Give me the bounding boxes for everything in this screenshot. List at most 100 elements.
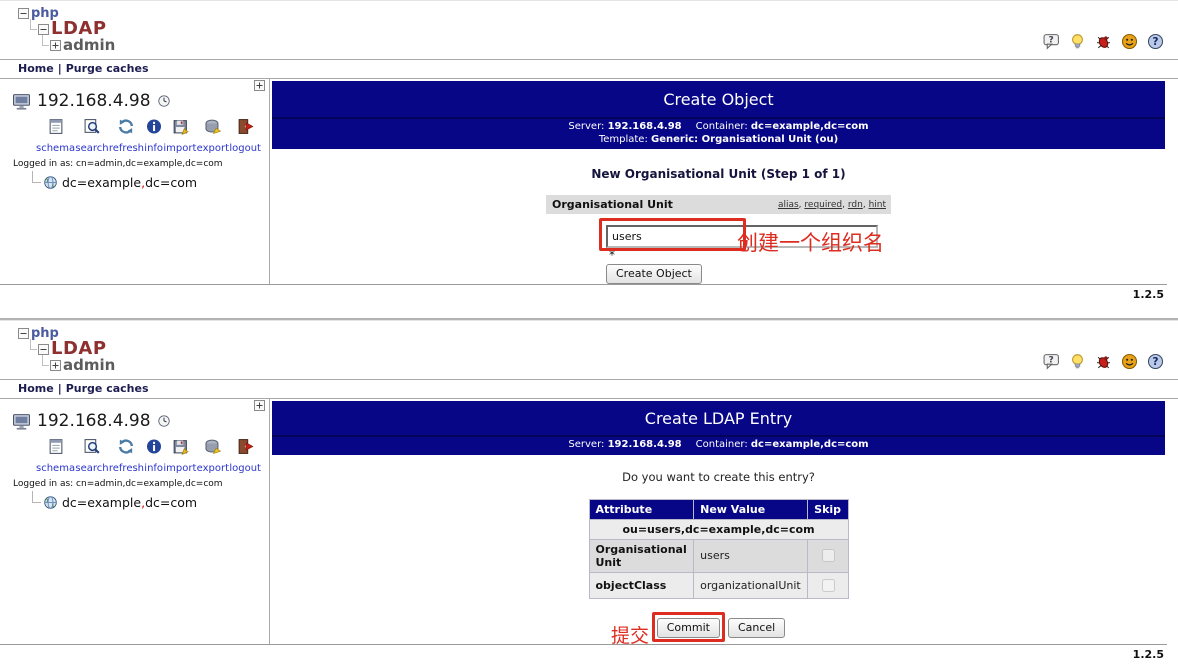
ou-form: Organisational Unit alias, required, rdn…: [546, 195, 891, 284]
home-link[interactable]: Home: [18, 382, 54, 395]
table-row: Organisational Unit users: [589, 539, 848, 572]
banner-subinfo: Server: 192.168.4.98Container: dc=exampl…: [272, 435, 1165, 455]
sidebar-tool-export[interactable]: export: [197, 438, 229, 475]
server-value: 192.168.4.98: [608, 121, 682, 132]
alias-link[interactable]: alias: [778, 200, 799, 210]
header-icon-bar: [1043, 353, 1164, 370]
rdn-link[interactable]: rdn: [848, 200, 863, 210]
tree-connector: [32, 171, 41, 183]
home-link[interactable]: Home: [18, 62, 54, 75]
sidebar-toolbar: schema search refresh info import export…: [0, 431, 269, 475]
hint-link[interactable]: hint: [869, 200, 886, 210]
annotation-red-box: Commit: [652, 612, 725, 642]
logo-admin-text: admin: [63, 38, 115, 53]
help-icon[interactable]: [1147, 353, 1164, 370]
refresh-icon: [117, 118, 135, 135]
app-header: php LDAP admin: [0, 1, 1178, 59]
smiley-donate-icon[interactable]: [1121, 33, 1138, 50]
purge-caches-link[interactable]: Purge caches: [66, 382, 149, 395]
logo-admin-text: admin: [63, 358, 115, 373]
tree-node-base-dn[interactable]: dc=example,dc=com: [32, 175, 269, 190]
attribute-title: Organisational Unit: [552, 198, 673, 211]
page-banner: Create Object Server: 192.168.4.98Contai…: [272, 81, 1165, 149]
sidebar-tool-export[interactable]: export: [197, 118, 229, 155]
server-ip: 192.168.4.98: [37, 411, 151, 431]
info-icon: [145, 438, 163, 455]
expand-all-icon[interactable]: [254, 80, 265, 91]
ou-input-row: * 创建一个组织名: [546, 225, 891, 252]
light-bulb-icon[interactable]: [1069, 33, 1086, 50]
feedback-bubble-icon[interactable]: [1043, 33, 1060, 50]
schema-icon: [47, 118, 65, 135]
expand-all-icon[interactable]: [254, 400, 265, 411]
sidebar-tool-schema[interactable]: schema: [36, 118, 75, 155]
feedback-bubble-icon[interactable]: [1043, 353, 1060, 370]
ou-name-input[interactable]: [606, 225, 878, 248]
purge-caches-link[interactable]: Purge caches: [66, 62, 149, 75]
smiley-donate-icon[interactable]: [1121, 353, 1138, 370]
sidebar-tool-import[interactable]: import: [163, 438, 196, 475]
refresh-icon: [117, 438, 135, 455]
tree-node-base-dn[interactable]: dc=example,dc=com: [32, 495, 269, 510]
tree-connector: [42, 355, 49, 366]
server-ip: 192.168.4.98: [37, 91, 151, 111]
tree-connector: [42, 35, 49, 46]
entry-dn: ou=users,dc=example,dc=com: [589, 519, 848, 539]
col-new-value: New Value: [694, 499, 808, 519]
screenshot-create-ldap-entry: php LDAP admin Home | Purge caches 192.168…: [0, 320, 1178, 665]
attribute-value: users: [694, 539, 808, 572]
import-icon: [171, 438, 189, 455]
attribute-name: Organisational Unit: [589, 539, 694, 572]
banner-subinfo: Server: 192.168.4.98Container: dc=exampl…: [272, 117, 1165, 149]
sidebar-tool-info[interactable]: info: [144, 438, 163, 475]
bug-report-icon[interactable]: [1095, 353, 1112, 370]
breadcrumb-separator: |: [58, 382, 62, 395]
collapse-box-icon: [38, 24, 49, 35]
tree-connector: [30, 19, 37, 30]
attribute-value: organizationalUnit: [694, 572, 808, 598]
logout-icon: [236, 438, 254, 455]
sidebar-tool-logout[interactable]: logout: [229, 438, 261, 475]
table-header-row: Attribute New Value Skip: [589, 499, 848, 519]
sidebar-tool-info[interactable]: info: [144, 118, 163, 155]
template-value: Generic: Organisational Unit (ou): [651, 134, 838, 145]
logout-icon: [236, 118, 254, 135]
globe-icon: [43, 175, 58, 190]
app-header: php LDAP admin: [0, 321, 1178, 379]
phpldapadmin-logo: php LDAP admin: [18, 327, 115, 373]
page-title: Create LDAP Entry: [272, 401, 1165, 435]
breadcrumb: Home | Purge caches: [0, 379, 1178, 399]
help-icon[interactable]: [1147, 33, 1164, 50]
commit-button[interactable]: Commit: [657, 618, 720, 638]
collapse-box-icon: [18, 328, 29, 339]
sidebar-tool-search[interactable]: search: [75, 438, 108, 475]
sidebar-tool-refresh[interactable]: refresh: [109, 118, 144, 155]
phpldapadmin-logo: php LDAP admin: [18, 7, 115, 53]
server-node[interactable]: 192.168.4.98: [12, 411, 269, 431]
page-banner: Create LDAP Entry Server: 192.168.4.98Co…: [272, 401, 1165, 455]
screenshot-create-object: php LDAP admin Home | Purge caches 192.168…: [0, 0, 1178, 305]
server-node[interactable]: 192.168.4.98: [12, 91, 269, 111]
collapse-box-icon: [18, 8, 29, 19]
create-ldap-entry-panel: Create LDAP Entry Server: 192.168.4.98Co…: [270, 399, 1167, 644]
tree-connector: [32, 491, 41, 503]
attribute-name: objectClass: [589, 572, 694, 598]
breadcrumb-separator: |: [58, 62, 62, 75]
required-marker: *: [609, 248, 615, 262]
expand-box-icon: [50, 40, 61, 51]
page-title: Create Object: [272, 81, 1165, 117]
bug-report-icon[interactable]: [1095, 33, 1112, 50]
sidebar-tool-schema[interactable]: schema: [36, 438, 75, 475]
required-link[interactable]: required: [804, 200, 842, 210]
sidebar-tool-logout[interactable]: logout: [229, 118, 261, 155]
light-bulb-icon[interactable]: [1069, 353, 1086, 370]
sidebar-tool-import[interactable]: import: [163, 118, 196, 155]
search-icon: [83, 118, 101, 135]
cancel-button[interactable]: Cancel: [728, 618, 785, 638]
container-value: dc=example,dc=com: [751, 121, 869, 132]
frames-row: 192.168.4.98 schema search refresh info …: [0, 79, 1167, 285]
sidebar-tool-refresh[interactable]: refresh: [109, 438, 144, 475]
create-object-button[interactable]: Create Object: [606, 264, 702, 284]
sidebar-tool-search[interactable]: search: [75, 118, 108, 155]
logged-in-as: Logged in as: cn=admin,dc=example,dc=com: [13, 159, 269, 169]
